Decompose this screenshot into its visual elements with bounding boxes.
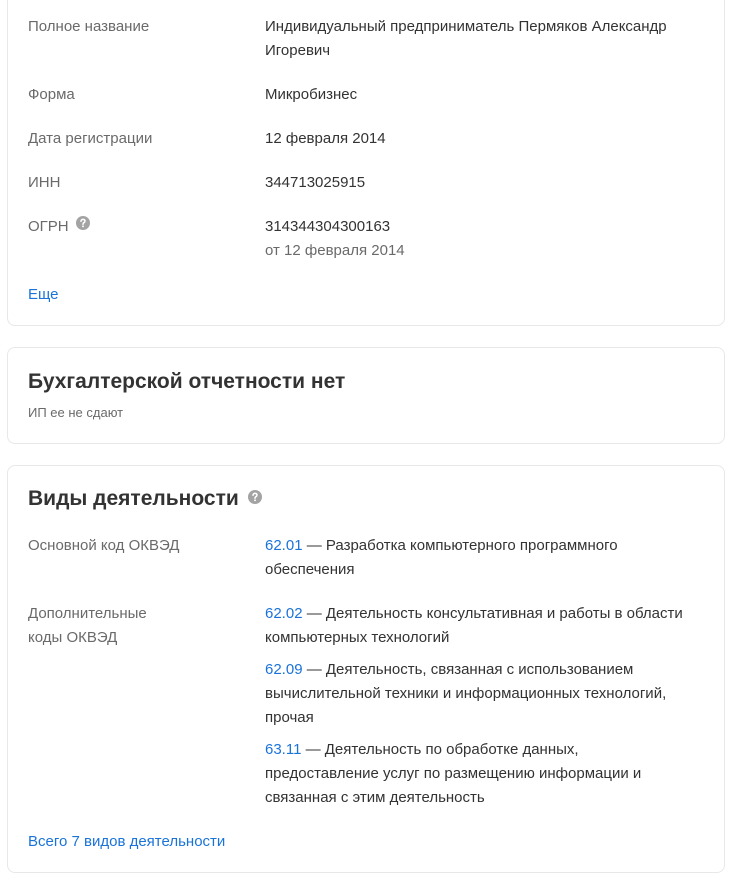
ogrn-date: от 12 февраля 2014 — [265, 242, 405, 259]
ogrn-label: ОГРН — [28, 218, 69, 235]
more-row: Еще — [28, 283, 704, 307]
list-item: 62.02 — Деятельность консультативная и р… — [265, 602, 694, 650]
company-details-card: Полное название Индивидуальный предприни… — [7, 0, 725, 326]
activities-title-wrap: Виды деятельности — [28, 485, 262, 513]
reg-date-value: 12 февраля 2014 — [265, 130, 386, 147]
accounting-note: ИП ее не сдают — [28, 405, 124, 420]
ogrn-value-wrap: 314344304300163 от 12 февраля 2014 — [265, 215, 694, 263]
okved-description: — Деятельность по обработке данных, пред… — [265, 741, 642, 806]
ogrn-value: 314344304300163 — [265, 218, 391, 235]
question-circle-icon[interactable] — [247, 484, 262, 512]
okved-code-link[interactable]: 62.09 — [265, 661, 303, 678]
okved-description: — Деятельность, связанная с использовани… — [265, 661, 667, 726]
inn-label: ИНН — [28, 174, 61, 191]
more-link[interactable]: Еще — [28, 286, 59, 303]
main-okved-item: 62.01 — Разработка компьютерного програм… — [265, 534, 694, 582]
accounting-card: Бухгалтерской отчетности нет ИП ее не сд… — [7, 347, 725, 444]
additional-okved-list: 62.02 — Деятельность консультативная и р… — [265, 602, 694, 818]
question-circle-icon[interactable] — [75, 214, 90, 238]
form-value: Микробизнес — [265, 86, 358, 103]
okved-description: — Деятельность консультативная и работы … — [265, 605, 683, 646]
all-activities-row: Всего 7 видов деятельности — [28, 830, 704, 854]
okved-description: — Разработка компьютерного программного … — [265, 537, 618, 578]
list-item: 63.11 — Деятельность по обработке данных… — [265, 738, 694, 810]
inn-value: 344713025915 — [265, 174, 366, 191]
additional-okved-label: Дополнительные коды ОКВЭД — [28, 605, 147, 646]
okved-code-link[interactable]: 62.01 — [265, 537, 303, 554]
okved-code-link[interactable]: 63.11 — [265, 741, 301, 758]
activities-title: Виды деятельности — [28, 487, 239, 510]
main-okved-label: Основной код ОКВЭД — [28, 537, 180, 554]
okved-code-link[interactable]: 62.02 — [265, 605, 303, 622]
list-item: 62.09 — Деятельность, связанная с исполь… — [265, 658, 694, 730]
reg-date-label: Дата регистрации — [28, 130, 153, 147]
accounting-title: Бухгалтерской отчетности нет — [28, 370, 346, 393]
form-label: Форма — [28, 86, 75, 103]
full-name-label: Полное название — [28, 18, 150, 35]
activities-card: Виды деятельности Основной код ОКВЭД 62.… — [7, 465, 725, 873]
ogrn-label-wrap: ОГРН — [28, 215, 248, 239]
full-name-value: Индивидуальный предприниматель Пермяков … — [265, 18, 667, 59]
all-activities-link[interactable]: Всего 7 видов деятельности — [28, 833, 225, 850]
